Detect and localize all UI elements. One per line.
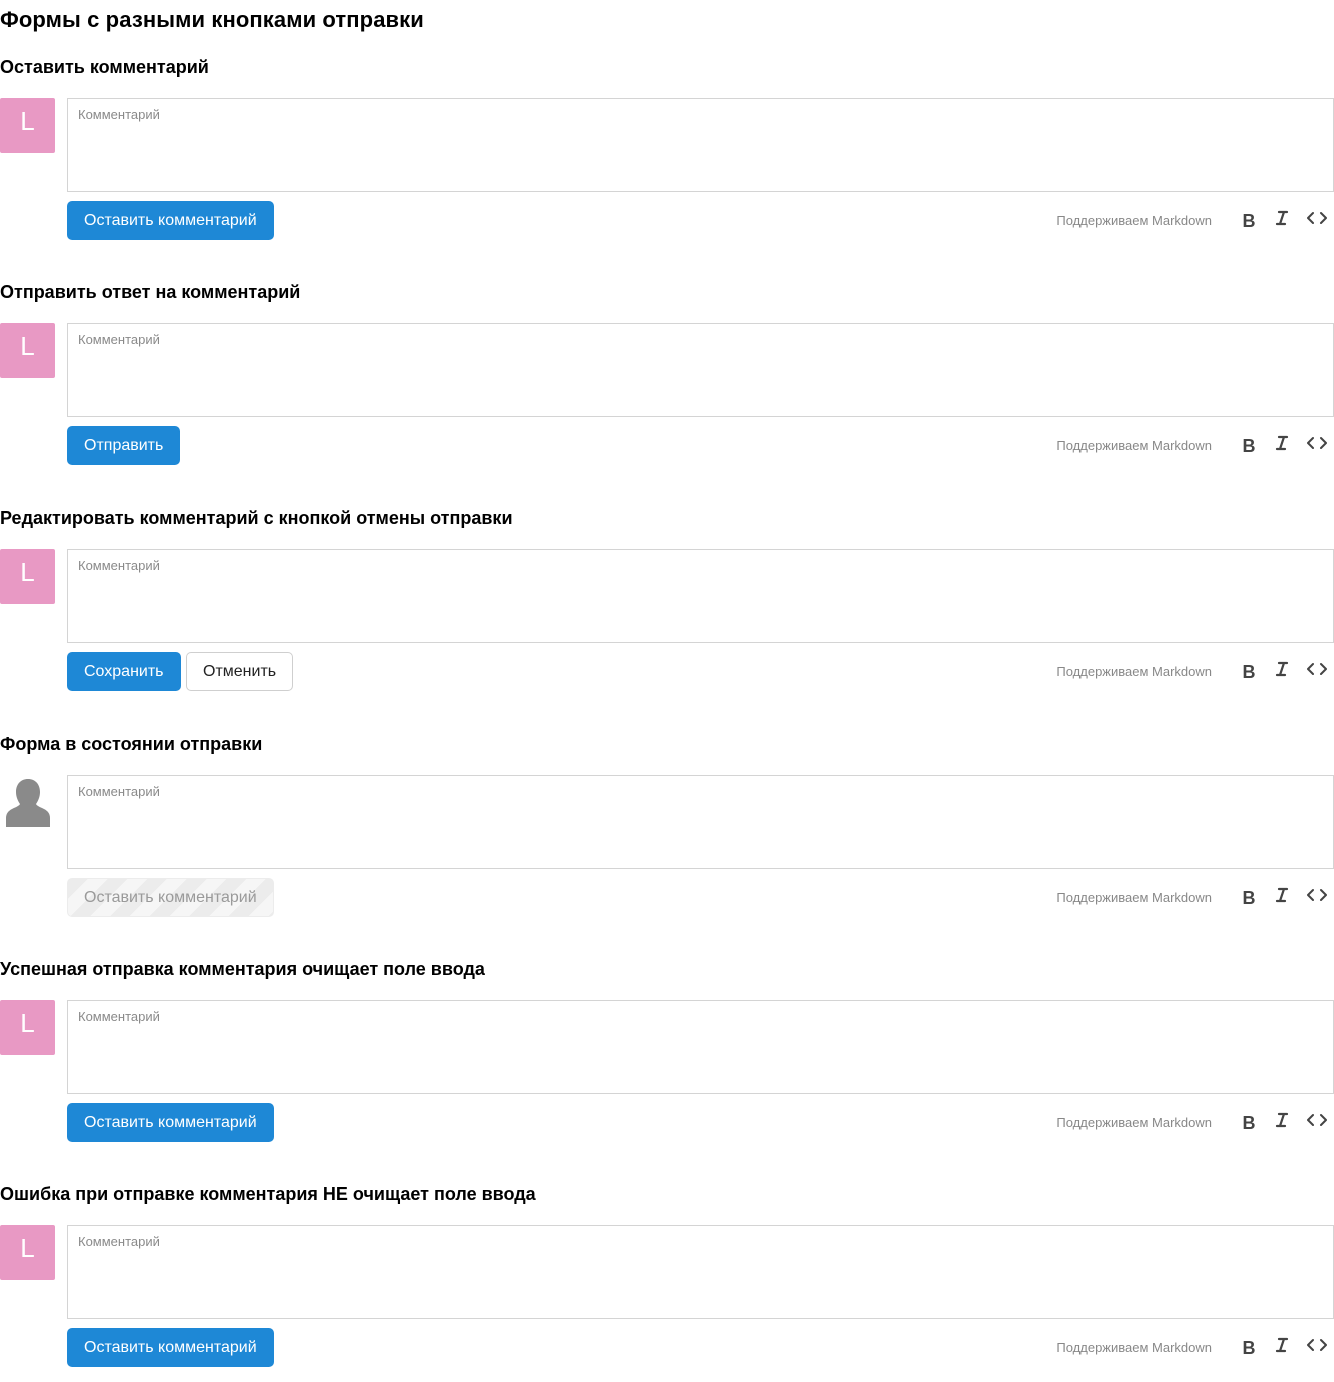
comment-textarea[interactable] bbox=[67, 1225, 1334, 1319]
form-actions: Сохранить Отменить Поддерживаем Markdown… bbox=[67, 652, 1334, 692]
markdown-hint: Поддерживаем Markdown bbox=[1056, 1115, 1212, 1130]
italic-icon[interactable] bbox=[1271, 210, 1293, 232]
section-title: Отправить ответ на комментарий bbox=[0, 282, 301, 302]
submit-button[interactable]: Оставить комментарий bbox=[67, 1328, 274, 1367]
avatar: L bbox=[0, 323, 55, 378]
italic-icon[interactable] bbox=[1271, 1112, 1293, 1134]
italic-icon[interactable] bbox=[1271, 435, 1293, 457]
user-silhouette-icon bbox=[6, 779, 50, 827]
error-form-section: Ошибка при отправке комментария НЕ очища… bbox=[0, 1182, 1334, 1382]
form-actions: Оставить комментарий Поддерживаем Markdo… bbox=[67, 878, 1334, 918]
italic-icon[interactable] bbox=[1271, 1337, 1293, 1359]
bold-icon[interactable]: B bbox=[1238, 1337, 1260, 1359]
section-title: Ошибка при отправке комментария НЕ очища… bbox=[0, 1184, 536, 1204]
markdown-hint: Поддерживаем Markdown bbox=[1056, 1340, 1212, 1355]
comment-textarea[interactable] bbox=[67, 549, 1334, 643]
save-button[interactable]: Сохранить bbox=[67, 652, 181, 691]
section-title: Редактировать комментарий с кнопкой отме… bbox=[0, 508, 513, 528]
markdown-hint: Поддерживаем Markdown bbox=[1056, 664, 1212, 679]
bold-icon[interactable]: B bbox=[1238, 1112, 1260, 1134]
bold-icon[interactable]: B bbox=[1238, 435, 1260, 457]
code-icon[interactable] bbox=[1306, 661, 1328, 683]
form-actions: Оставить комментарий Поддерживаем Markdo… bbox=[67, 201, 1334, 241]
italic-icon[interactable] bbox=[1271, 887, 1293, 909]
comment-textarea[interactable] bbox=[67, 1000, 1334, 1094]
bold-icon[interactable]: B bbox=[1238, 210, 1260, 232]
code-icon[interactable] bbox=[1306, 1112, 1328, 1134]
comment-form-section: Оставить комментарий L Оставить коммента… bbox=[0, 55, 1334, 255]
success-form-section: Успешная отправка комментария очищает по… bbox=[0, 957, 1334, 1157]
avatar: L bbox=[0, 98, 55, 153]
comment-textarea[interactable] bbox=[67, 775, 1334, 869]
avatar: L bbox=[0, 1000, 55, 1055]
italic-icon[interactable] bbox=[1271, 661, 1293, 683]
reply-form-section: Отправить ответ на комментарий L Отправи… bbox=[0, 280, 1334, 480]
submitting-form-section: Форма в состоянии отправки Оставить комм… bbox=[0, 732, 1334, 932]
cancel-button[interactable]: Отменить bbox=[186, 652, 294, 691]
code-icon[interactable] bbox=[1306, 210, 1328, 232]
submit-button[interactable]: Оставить комментарий bbox=[67, 201, 274, 240]
markdown-hint: Поддерживаем Markdown bbox=[1056, 890, 1212, 905]
section-title: Оставить комментарий bbox=[0, 57, 209, 77]
submit-button-loading: Оставить комментарий bbox=[67, 878, 274, 917]
page-title: Формы с разными кнопками отправки bbox=[0, 7, 424, 32]
avatar: L bbox=[0, 1225, 55, 1280]
bold-icon[interactable]: B bbox=[1238, 887, 1260, 909]
code-icon[interactable] bbox=[1306, 435, 1328, 457]
send-button[interactable]: Отправить bbox=[67, 426, 181, 465]
form-actions: Оставить комментарий Поддерживаем Markdo… bbox=[67, 1103, 1334, 1143]
code-icon[interactable] bbox=[1306, 887, 1328, 909]
edit-form-section: Редактировать комментарий с кнопкой отме… bbox=[0, 506, 1334, 706]
markdown-hint: Поддерживаем Markdown bbox=[1056, 213, 1212, 228]
form-actions: Оставить комментарий Поддерживаем Markdo… bbox=[67, 1328, 1334, 1368]
avatar: L bbox=[0, 549, 55, 604]
section-title: Форма в состоянии отправки bbox=[0, 734, 263, 754]
markdown-hint: Поддерживаем Markdown bbox=[1056, 438, 1212, 453]
avatar bbox=[0, 775, 55, 830]
comment-textarea[interactable] bbox=[67, 98, 1334, 192]
section-title: Успешная отправка комментария очищает по… bbox=[0, 959, 485, 979]
code-icon[interactable] bbox=[1306, 1337, 1328, 1359]
submit-button[interactable]: Оставить комментарий bbox=[67, 1103, 274, 1142]
comment-textarea[interactable] bbox=[67, 323, 1334, 417]
bold-icon[interactable]: B bbox=[1238, 661, 1260, 683]
form-actions: Отправить Поддерживаем Markdown B bbox=[67, 426, 1334, 466]
